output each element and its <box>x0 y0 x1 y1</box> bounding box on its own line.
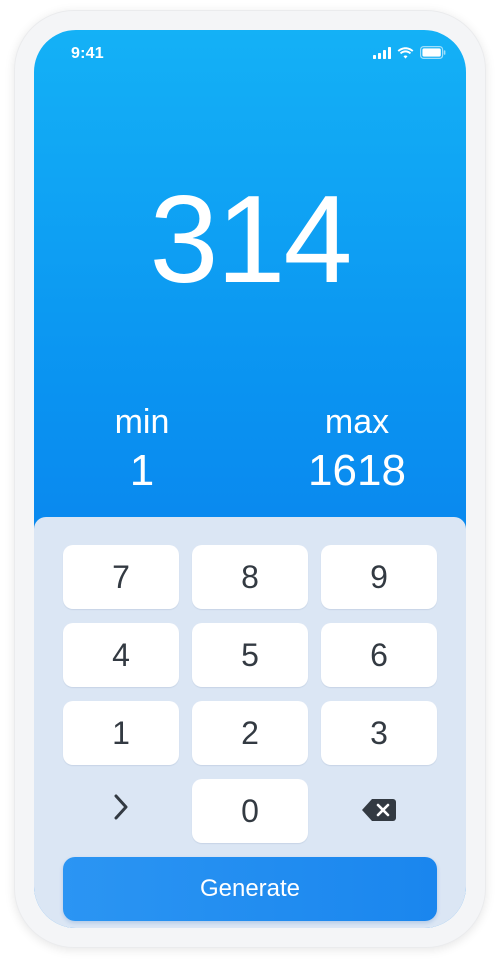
min-label: min <box>114 403 170 441</box>
wifi-icon <box>397 46 414 64</box>
status-icons <box>373 46 446 64</box>
cellular-signal-icon <box>373 46 391 64</box>
key-2[interactable]: 2 <box>192 701 308 765</box>
status-time: 9:41 <box>71 45 104 62</box>
key-7[interactable]: 7 <box>63 545 179 609</box>
generated-number: 314 <box>149 171 353 309</box>
max-value: 1618 <box>308 446 406 495</box>
next-field-button[interactable] <box>63 779 179 843</box>
key-0[interactable]: 0 <box>192 779 308 843</box>
app-screen: 9:41 314 min 1 max 1618 7 8 9 4 5 6 1 2 … <box>34 30 466 928</box>
generate-button[interactable]: Generate <box>63 857 437 921</box>
key-4[interactable]: 4 <box>63 623 179 687</box>
max-label: max <box>324 403 390 441</box>
key-6[interactable]: 6 <box>321 623 437 687</box>
key-8[interactable]: 8 <box>192 545 308 609</box>
min-range[interactable]: min 1 <box>62 402 222 496</box>
backspace-icon <box>361 793 397 830</box>
keypad-panel: 7 8 9 4 5 6 1 2 3 0 Generate <box>34 517 466 928</box>
delete-button[interactable] <box>321 779 437 843</box>
key-5[interactable]: 5 <box>192 623 308 687</box>
min-value: 1 <box>129 446 155 495</box>
max-range[interactable]: max 1618 <box>277 402 437 496</box>
key-9[interactable]: 9 <box>321 545 437 609</box>
status-bar: 9:41 <box>34 30 466 78</box>
key-3[interactable]: 3 <box>321 701 437 765</box>
chevron-right-icon <box>111 792 131 830</box>
key-1[interactable]: 1 <box>63 701 179 765</box>
battery-icon <box>420 46 446 64</box>
